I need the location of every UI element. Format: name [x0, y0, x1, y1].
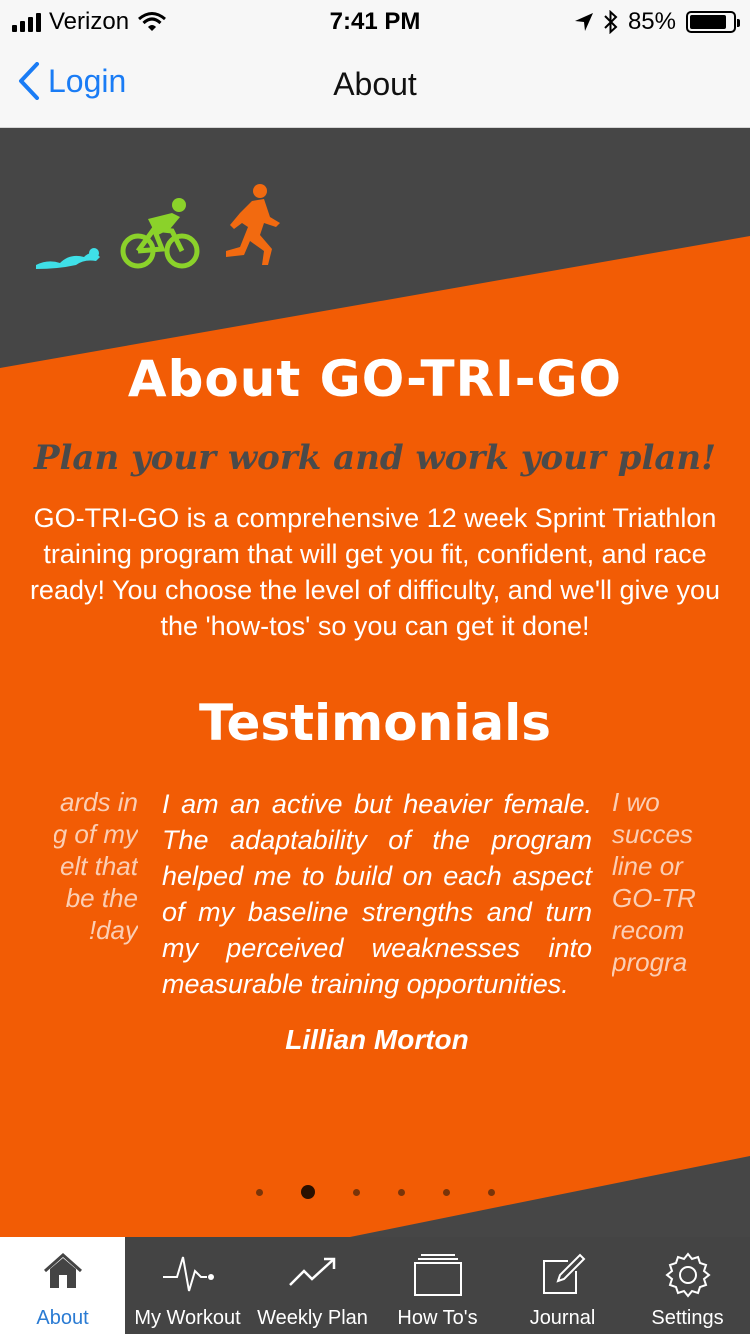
- tab-label-how-tos: How To's: [397, 1307, 478, 1329]
- next-testimonial-line: I wo: [612, 787, 660, 817]
- about-content[interactable]: About GO-TRI-GO Plan your work and work …: [0, 128, 750, 1237]
- next-testimonial-card[interactable]: I wo succes line or GO-TR recom progra: [612, 786, 696, 978]
- tab-label-weekly-plan: Weekly Plan: [257, 1307, 368, 1329]
- current-testimonial-card[interactable]: I am an active but heavier female. The a…: [162, 786, 592, 1056]
- trend-chart-icon: [288, 1257, 335, 1286]
- testimonial-quote: I am an active but heavier female. The a…: [162, 789, 592, 999]
- tab-bar: About My Workout Weekly Plan How To's Jo…: [0, 1237, 750, 1334]
- carousel-page-indicator[interactable]: [0, 1185, 750, 1199]
- tab-label-settings: Settings: [651, 1307, 724, 1329]
- tab-label-journal: Journal: [529, 1307, 596, 1329]
- tab-settings[interactable]: Settings: [625, 1237, 750, 1334]
- testimonials-heading: Testimonials: [198, 694, 551, 752]
- previous-testimonial-line: ards in: [59, 787, 138, 817]
- previous-testimonial-line: elt that: [59, 851, 138, 881]
- status-right: 85%: [574, 8, 740, 36]
- battery-fill: [690, 15, 726, 29]
- stacked-pages-icon: [413, 1254, 462, 1296]
- page-dot[interactable]: [487, 1188, 495, 1196]
- gear-icon: [664, 1252, 711, 1298]
- tab-my-workout[interactable]: My Workout: [125, 1237, 250, 1334]
- bike-icon: [120, 226, 200, 269]
- page-dot[interactable]: [255, 1188, 263, 1196]
- battery-percent: 85%: [627, 8, 676, 35]
- heartbeat-icon: [162, 1256, 214, 1292]
- previous-testimonial-line: be the: [65, 883, 138, 913]
- tab-how-tos[interactable]: How To's: [375, 1237, 500, 1334]
- page-dot[interactable]: [442, 1188, 450, 1196]
- about-heading: About GO-TRI-GO: [127, 350, 623, 408]
- next-testimonial-line: recom: [612, 915, 685, 945]
- location-arrow-icon: [574, 13, 593, 31]
- home-icon: [43, 1252, 82, 1288]
- previous-testimonial-line: day!: [88, 915, 138, 945]
- tagline: Plan your work and work your plan!: [33, 438, 717, 478]
- page-dot[interactable]: [397, 1188, 405, 1196]
- testimonial-author: Lillian Morton: [285, 1024, 469, 1055]
- next-testimonial-line: succes: [612, 819, 693, 849]
- swim-icon: [36, 248, 100, 269]
- previous-testimonial-card[interactable]: ards in g of my elt that be the day!: [54, 786, 138, 946]
- next-testimonial-line: line or: [612, 851, 683, 881]
- about-description: GO-TRI-GO is a comprehensive 12 week Spr…: [29, 503, 721, 641]
- battery-icon: [686, 11, 740, 33]
- next-testimonial-line: progra: [612, 947, 688, 977]
- bluetooth-icon: [604, 10, 618, 34]
- navigation-bar: Login About: [0, 40, 750, 128]
- status-bar: Verizon 7:41 PM 85%: [0, 0, 750, 40]
- page-dot[interactable]: [352, 1188, 360, 1196]
- tab-weekly-plan[interactable]: Weekly Plan: [250, 1237, 375, 1334]
- triathlon-icons: [36, 184, 280, 269]
- tab-about[interactable]: About: [0, 1237, 125, 1334]
- tab-label-about: About: [36, 1307, 89, 1329]
- page-dot[interactable]: [300, 1185, 315, 1199]
- previous-testimonial-line: g of my: [54, 819, 138, 849]
- testimonials-carousel[interactable]: ards in g of my elt that be the day! I am an…: [54, 786, 696, 1126]
- page-title: About: [333, 66, 417, 102]
- tab-label-my-workout: My Workout: [134, 1307, 241, 1329]
- next-testimonial-line: GO-TR: [612, 883, 696, 913]
- run-icon: [226, 184, 280, 265]
- edit-note-icon: [542, 1253, 585, 1294]
- tab-journal[interactable]: Journal: [500, 1237, 625, 1334]
